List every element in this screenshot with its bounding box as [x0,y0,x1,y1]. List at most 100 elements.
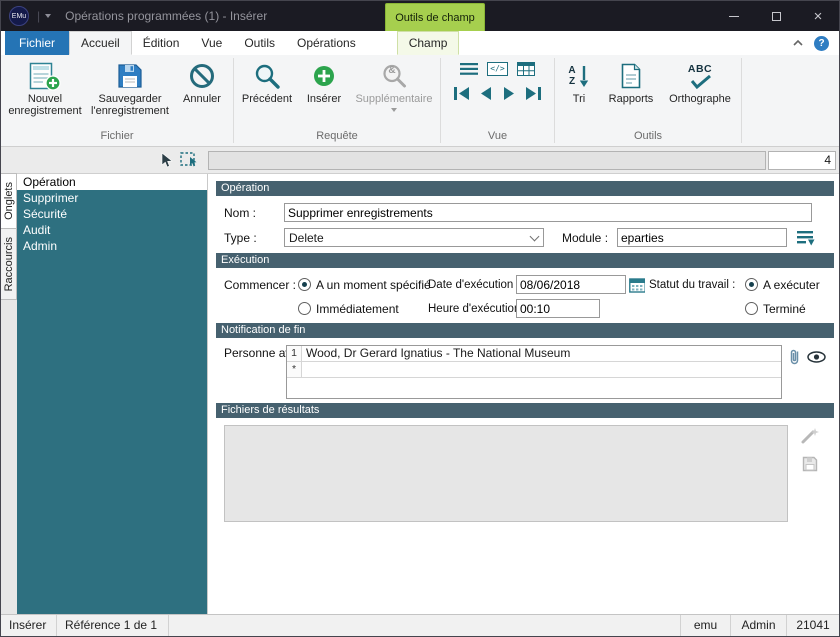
search-icon [253,59,281,93]
status-group: Admin [731,615,787,636]
ribbon-separator [741,58,742,143]
save-results-icon[interactable] [801,455,819,473]
nom-input[interactable] [284,203,812,222]
personne-avisee-label: Personne avisée : [224,346,321,360]
list-view-icon[interactable] [460,62,479,76]
section-execution: Exécution [216,253,834,268]
tab-outils[interactable]: Outils [233,31,286,55]
next-record-icon[interactable] [501,86,517,101]
spellcheck-icon: ABC [687,59,713,93]
contextual-tab-group-header: Outils de champ [385,3,485,31]
radio-icon [298,278,311,291]
status-session: 21041 [796,618,830,632]
tab-champ[interactable]: Champ [396,31,460,55]
quick-access-dropdown-icon[interactable] [45,14,52,18]
maximize-button[interactable] [755,1,797,31]
close-button[interactable]: × [797,1,839,31]
last-record-icon[interactable] [524,86,542,101]
radio-icon [745,278,758,291]
radio-a-executer[interactable]: A exécuter [745,278,820,292]
ribbon-group-vue: </> Vue [441,55,554,146]
ribbon-group-label-requete: Requête [316,130,358,142]
main-content: Onglets Raccourcis Opération Supprimer S… [1,173,839,614]
table-row[interactable]: 1 Wood, Dr Gerard Ignatius - The Nationa… [287,346,781,362]
side-tab-onglets[interactable]: Onglets [1,173,17,229]
sidebar-item-supprimer[interactable]: Supprimer [17,190,207,206]
tab-edition[interactable]: Édition [132,31,191,55]
radio-moment-specifie[interactable]: A un moment spécifié [298,278,431,292]
new-record-button[interactable]: Nouvel enregistrement [3,56,87,129]
view-record-eye-icon[interactable] [807,351,826,363]
extra-search-icon: & [380,59,408,93]
fichiers-resultats-area [224,425,788,522]
window-title: Opérations programmées (1) - Insérer [65,9,268,23]
chevron-down-icon[interactable] [525,229,543,246]
first-record-icon[interactable] [453,86,471,101]
ribbon-group-fichier: Nouvel enregistrement Sauvegarder l'enre… [1,55,233,146]
section-resultats: Fichiers de résultats [216,403,834,418]
status-user: emu [681,615,731,636]
attachment-icon[interactable] [789,347,801,367]
chevron-down-icon [391,108,397,112]
radio-termine[interactable]: Terminé [745,302,806,316]
help-icon[interactable]: ? [814,35,829,51]
cancel-button[interactable]: Annuler [173,56,231,129]
nom-label: Nom : [224,205,257,220]
minimize-icon [729,15,739,17]
insert-plus-icon [311,59,337,93]
maximize-icon [771,11,781,21]
select-cursor-icon[interactable] [159,152,174,168]
table-row[interactable]: * [287,362,781,378]
tabs-list-panel: Opération Supprimer Sécurité Audit Admin [17,174,207,614]
calendar-icon[interactable] [629,277,645,293]
select-all-records-icon[interactable] [180,152,200,168]
date-execution-input[interactable] [516,275,626,294]
record-summary-bar [208,150,766,170]
reports-button[interactable]: Rapports [601,56,661,129]
sidebar-item-operation[interactable]: Opération [17,174,207,190]
table-view-icon[interactable] [516,62,535,76]
sidebar-item-audit[interactable]: Audit [17,222,207,238]
status-spacer [169,615,681,636]
app-window: EMu | Opérations programmées (1) - Insér… [0,0,840,637]
ribbon-group-label-outils: Outils [633,130,663,142]
personne-avisee-table[interactable]: 1 Wood, Dr Gerard Ignatius - The Nationa… [286,345,782,399]
save-record-button[interactable]: Sauvegarder l'enregistrement [87,56,173,129]
spellcheck-button[interactable]: ABC Orthographe [661,56,739,129]
previous-record-icon[interactable] [478,86,494,101]
type-select[interactable]: Delete [284,228,544,247]
cancel-icon [188,59,216,93]
module-lookup-icon[interactable] [795,230,815,246]
tab-fichier[interactable]: Fichier [5,31,70,55]
ribbon-group-outils: AZ Tri Rapports ABC Orthographe Outils [555,55,741,146]
minimize-button[interactable] [713,1,755,31]
collapse-ribbon-icon[interactable] [792,39,804,47]
section-operation: Opération [216,181,834,196]
tab-vue[interactable]: Vue [190,31,233,55]
extra-search-button[interactable]: & Supplémentaire [350,56,438,129]
date-execution-label: Date d'exécution : [428,278,520,291]
side-tab-raccourcis[interactable]: Raccourcis [1,227,17,301]
sidebar-item-securite[interactable]: Sécurité [17,206,207,222]
heure-execution-input[interactable] [516,299,600,318]
run-wand-icon[interactable] [800,427,820,445]
previous-search-button[interactable]: Précédent [236,56,298,129]
radio-immediatement[interactable]: Immédiatement [298,302,428,316]
ribbon-group-label-vue: Vue [487,130,508,142]
module-input[interactable] [617,228,787,247]
record-position-row: 4 [1,147,839,174]
sort-button[interactable]: AZ Tri [557,56,601,129]
sidebar-item-admin[interactable]: Admin [17,238,207,254]
app-icon[interactable]: EMu [9,6,29,26]
status-mode: Insérer [1,615,57,636]
module-label: Module : [562,230,609,245]
statut-travail-label: Statut du travail : [649,278,736,291]
insert-button[interactable]: Insérer [298,56,350,129]
record-form: Opération Nom : Type : Delete Module : E… [207,174,839,614]
tab-accueil[interactable]: Accueil [69,31,132,55]
new-record-icon [29,59,61,93]
page-view-icon[interactable]: </> [487,62,508,76]
save-icon [115,59,145,93]
tab-operations[interactable]: Opérations [286,31,367,55]
report-document-icon [619,59,643,93]
